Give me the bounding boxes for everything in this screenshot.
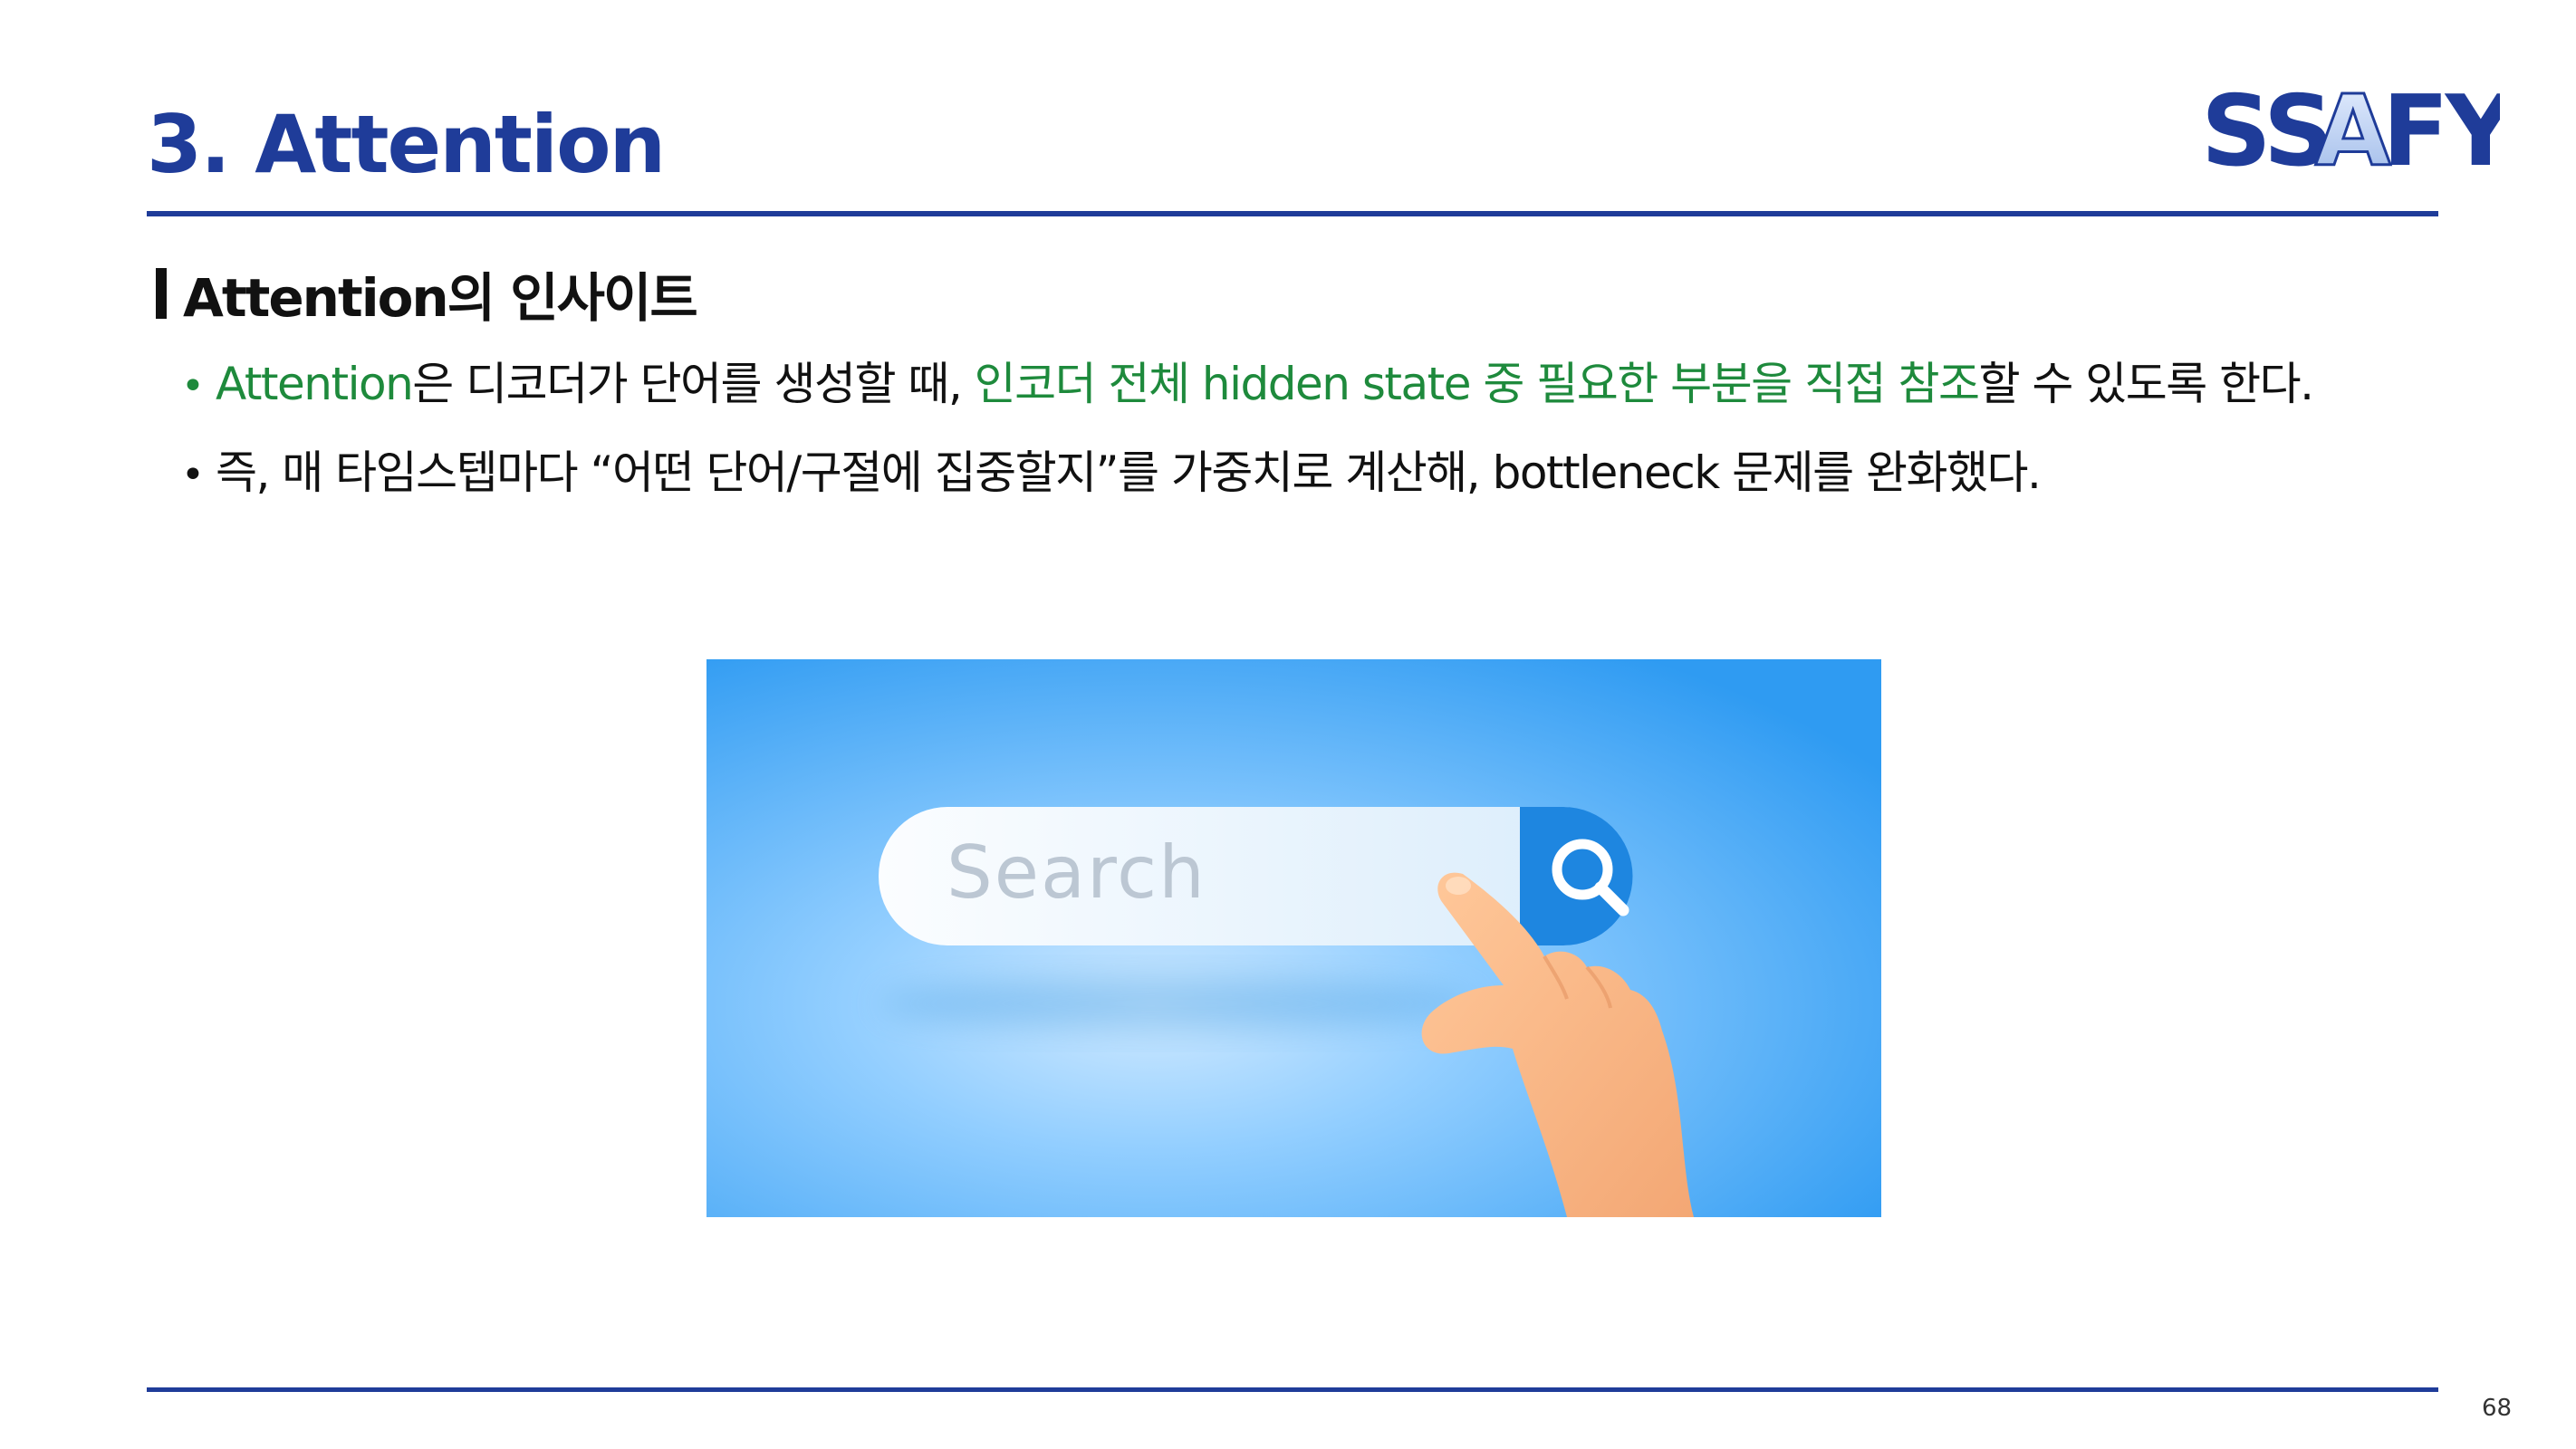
bullet-dot: • bbox=[181, 452, 205, 498]
bullet-dot: • bbox=[181, 363, 205, 409]
page-number: 68 bbox=[2482, 1395, 2513, 1422]
search-placeholder: Search bbox=[947, 830, 1206, 915]
section-heading-text: Attention의 인사이트 bbox=[183, 267, 698, 329]
search-illustration: Search bbox=[706, 659, 1881, 1217]
ssafy-logo: SS A FY bbox=[2201, 78, 2500, 178]
bullet-item-1: • Attention 은 디코더가 단어를 생성할 때, 인코더 전체 hid… bbox=[181, 348, 2500, 437]
bullet-list: • Attention 은 디코더가 단어를 생성할 때, 인코더 전체 hid… bbox=[181, 348, 2500, 525]
bullet-1-text-a: 은 디코더가 단어를 생성할 때, bbox=[412, 358, 975, 410]
svg-text:A: A bbox=[2315, 78, 2391, 178]
bullet-item-2: • 즉, 매 타임스텝마다 “어떤 단어/구절에 집중할지”를 가중치로 계산해… bbox=[181, 437, 2500, 525]
bullet-1-text-b: 할 수 있도록 한다. bbox=[1978, 358, 2314, 410]
section-marker bbox=[156, 268, 167, 319]
section-heading: Attention의 인사이트 bbox=[156, 255, 698, 331]
slide-title: 3. Attention bbox=[147, 98, 666, 191]
svg-text:SS: SS bbox=[2201, 78, 2331, 178]
header-divider bbox=[147, 211, 2438, 216]
slide: 3. Attention SS A FY Attention의 인사이트 • A… bbox=[0, 0, 2576, 1449]
bullet-1-highlight-term: Attention bbox=[216, 358, 414, 410]
svg-text:FY: FY bbox=[2382, 78, 2500, 178]
bullet-1-highlight-phrase: 인코더 전체 hidden state 중 필요한 부분을 직접 참조 bbox=[974, 358, 1980, 410]
bullet-2-text: 즉, 매 타임스텝마다 “어떤 단어/구절에 집중할지”를 가중치로 계산해, … bbox=[216, 446, 2042, 499]
footer-divider bbox=[147, 1387, 2438, 1392]
